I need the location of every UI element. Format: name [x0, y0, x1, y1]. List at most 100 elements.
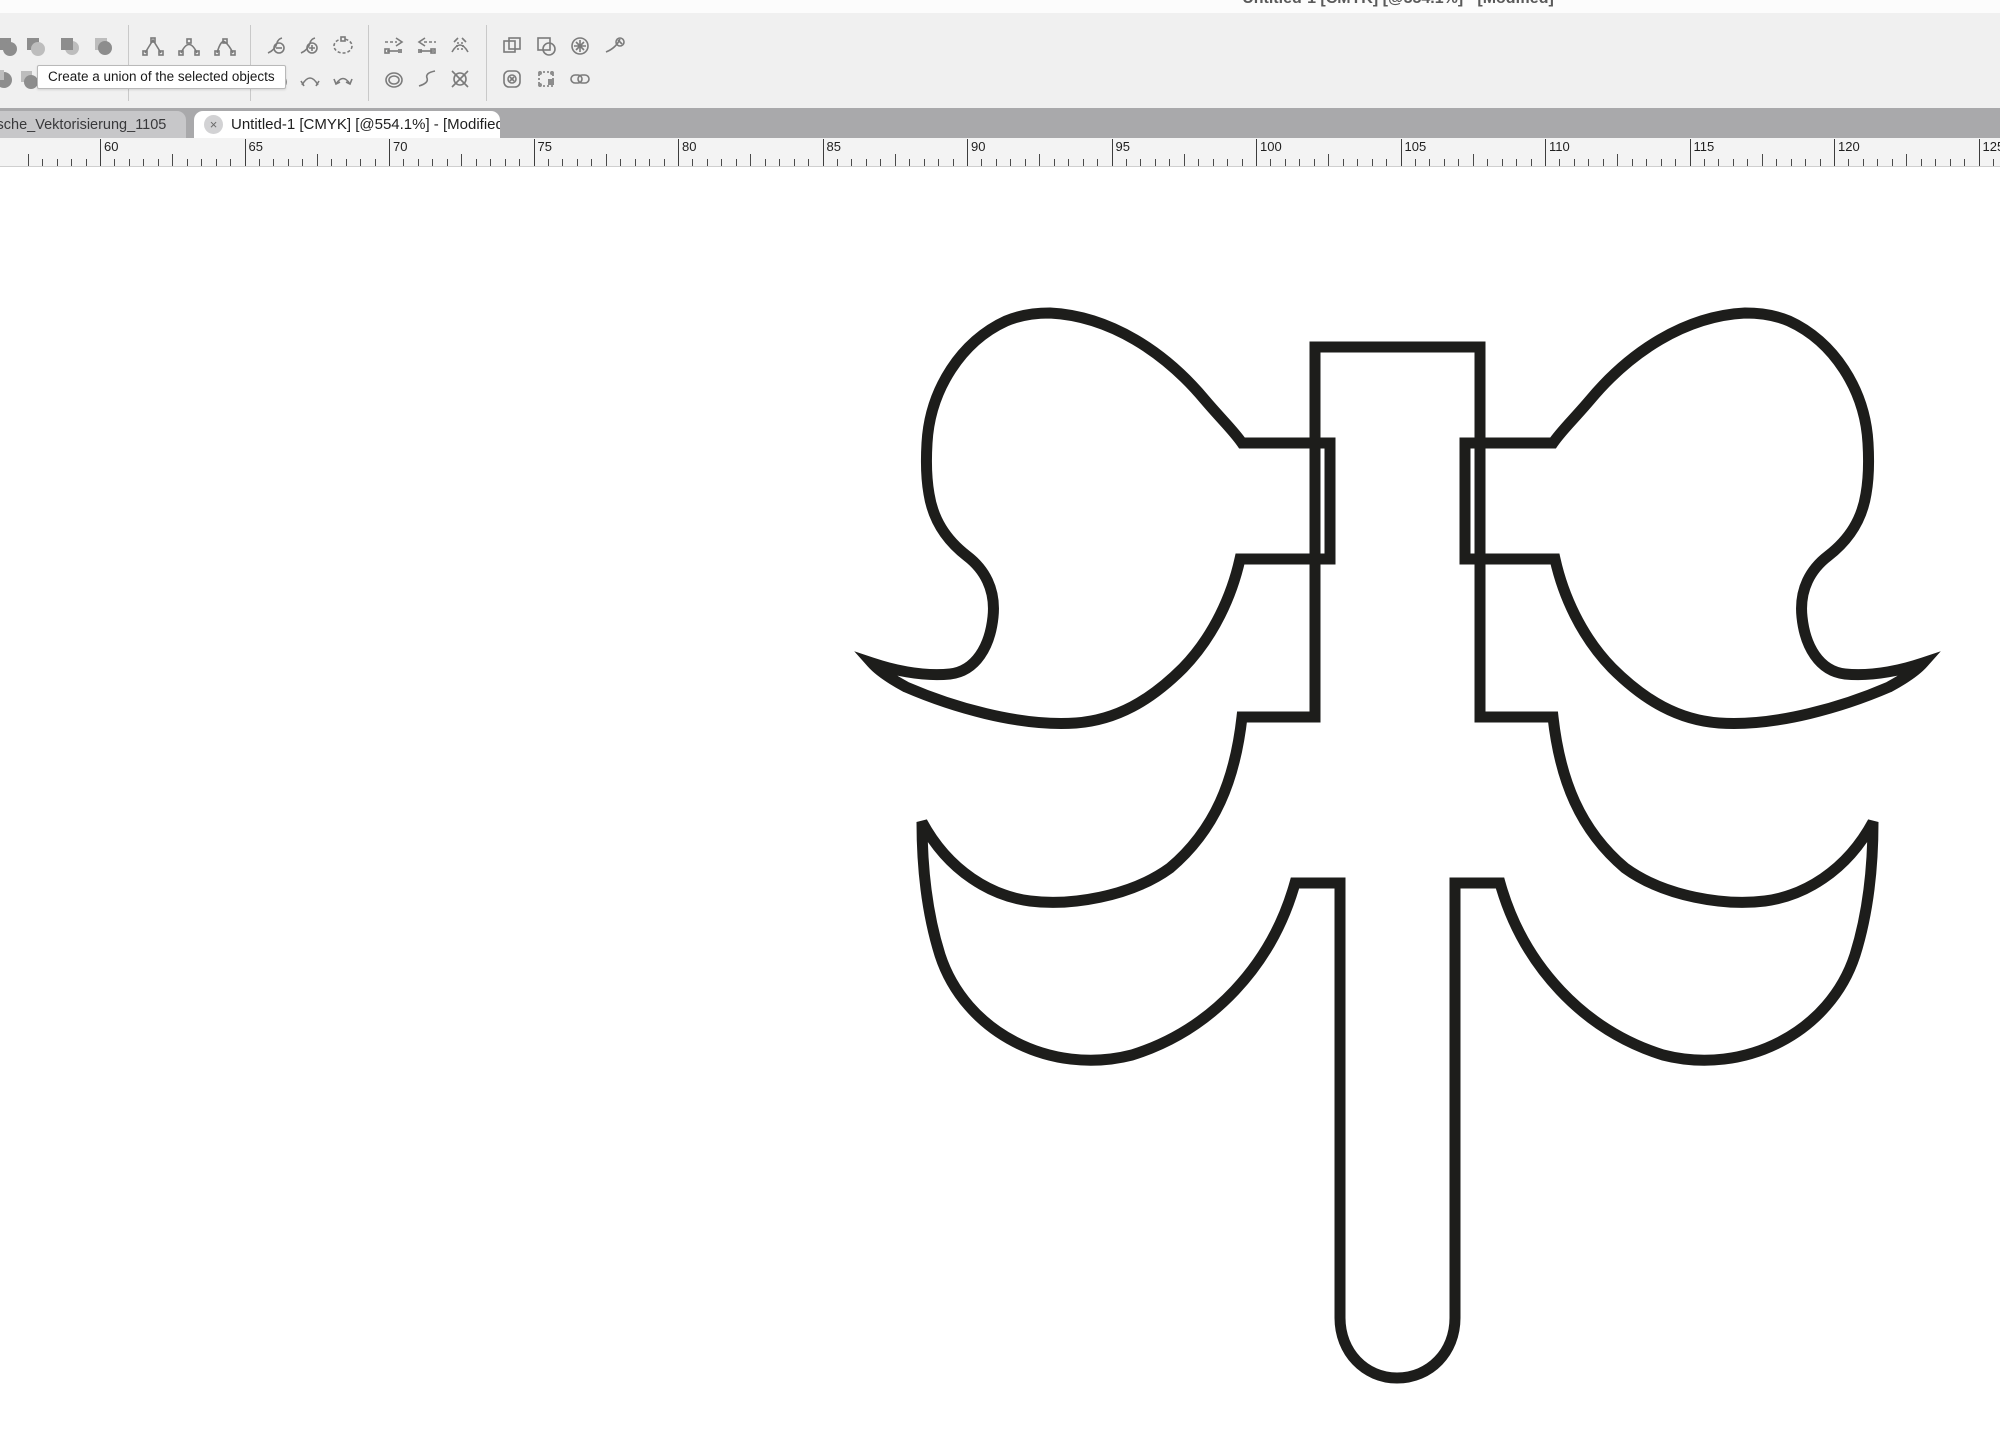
ruler-tick — [1964, 159, 1965, 166]
ruler-tick — [938, 159, 939, 166]
add-node-icon[interactable] — [297, 33, 323, 59]
combine-weld-icon[interactable] — [0, 33, 20, 59]
ruler-tick — [1227, 159, 1228, 166]
ruler-tick — [1155, 159, 1156, 166]
trace-path-icon[interactable] — [601, 33, 627, 59]
ruler-tick — [490, 159, 491, 166]
ruler-tick — [1444, 159, 1445, 166]
combine-union-icon[interactable] — [22, 33, 48, 59]
ruler-tick — [1242, 159, 1243, 166]
node-corner-icon[interactable] — [140, 33, 166, 59]
ruler-tick — [1256, 139, 1257, 166]
ruler-tick — [1487, 159, 1488, 166]
path-reverse-icon[interactable] — [447, 33, 473, 59]
path-direction-left-icon[interactable] — [414, 33, 440, 59]
ellipse-node-icon[interactable] — [381, 66, 407, 92]
ruler-tick — [331, 159, 332, 166]
tab-active-document[interactable]: × Untitled-1 [CMYK] [@554.1%] - [Modifie… — [194, 111, 500, 138]
ruler-tick — [288, 159, 289, 166]
ruler-tick — [418, 159, 419, 166]
ruler-tick — [259, 159, 260, 166]
node-smooth-icon[interactable] — [176, 33, 202, 59]
ruler-tick — [447, 159, 448, 166]
ruler-tick — [1617, 154, 1618, 166]
ruler-tick — [143, 159, 144, 166]
combine-exclude-icon[interactable] — [0, 66, 16, 92]
ruler-tick — [114, 159, 115, 166]
combine-subtract-icon[interactable] — [56, 33, 82, 59]
ruler-tick — [1791, 159, 1792, 166]
smooth-curve-icon[interactable] — [414, 66, 440, 92]
ruler-tick — [996, 159, 997, 166]
ruler-tick — [1054, 159, 1055, 166]
ruler-tick — [664, 159, 665, 166]
ruler-tick — [158, 159, 159, 166]
ruler-tick — [1025, 159, 1026, 166]
tab-inactive-label: rtusche_Vektorisierung_1105 — [0, 117, 166, 133]
ruler-tick — [765, 159, 766, 166]
combine-intersect-icon[interactable] — [90, 33, 116, 59]
ruler-tick — [1184, 154, 1185, 166]
ruler-tick — [1372, 159, 1373, 166]
ruler-tick — [823, 139, 824, 166]
ruler-tick — [1097, 159, 1098, 166]
link-objects-icon[interactable] — [567, 66, 593, 92]
ruler-label: 70 — [393, 139, 407, 154]
curve-bend-icon[interactable] — [297, 66, 323, 92]
toolbar-group-separator — [486, 25, 487, 101]
ruler-tick — [1747, 159, 1748, 166]
toolbar-group-separator — [250, 25, 251, 101]
ruler-tick — [1502, 159, 1503, 166]
ruler-tick — [28, 154, 29, 166]
ruler-tick — [1429, 159, 1430, 166]
clone-object-icon[interactable] — [533, 33, 559, 59]
no-style-icon[interactable] — [499, 66, 525, 92]
ruler-tick — [1834, 139, 1835, 166]
ruler-tick — [172, 154, 173, 166]
remove-overlap-icon[interactable] — [447, 66, 473, 92]
ruler-tick — [1588, 159, 1589, 166]
ruler-tick — [1401, 139, 1402, 166]
ruler-tick — [403, 159, 404, 166]
delete-node-icon[interactable] — [264, 33, 290, 59]
close-path-icon[interactable] — [330, 33, 356, 59]
ruler-tick — [1935, 159, 1936, 166]
close-tab-icon[interactable]: × — [204, 115, 223, 134]
ruler-tick — [779, 159, 780, 166]
ruler-tick — [548, 159, 549, 166]
select-points-icon[interactable] — [533, 66, 559, 92]
canvas[interactable] — [0, 167, 2000, 1430]
ruler-tick — [1386, 159, 1387, 166]
window-titlebar: Untitled-1 [CMYK] [@554.1%] - [Modified] — [0, 0, 2000, 13]
ruler-tick — [880, 159, 881, 166]
ruler-tick — [635, 159, 636, 166]
ruler-tick — [389, 139, 390, 166]
tab-active-label: Untitled-1 [CMYK] [@554.1%] - [Modified] — [231, 116, 500, 133]
curve-handles-icon[interactable] — [330, 66, 356, 92]
ruler-tick — [1848, 159, 1849, 166]
ruler-tick — [1213, 159, 1214, 166]
ruler-tick — [967, 139, 968, 166]
ruler-tick — [461, 154, 462, 166]
artwork-right-ornament[interactable] — [1465, 313, 1923, 723]
expand-object-icon[interactable] — [567, 33, 593, 59]
ruler-tick — [895, 154, 896, 166]
ruler-tick — [245, 139, 246, 166]
duplicate-object-icon[interactable] — [499, 33, 525, 59]
ruler-label: 95 — [1116, 139, 1130, 154]
ruler-tick — [86, 159, 87, 166]
ruler-tick — [1993, 159, 1994, 166]
tab-inactive-document[interactable]: rtusche_Vektorisierung_1105 — [0, 111, 186, 138]
vector-artwork[interactable] — [0, 167, 2000, 1430]
ruler-label: 100 — [1260, 139, 1282, 154]
artwork-left-ornament[interactable] — [872, 313, 1330, 723]
ruler-tick — [57, 159, 58, 166]
ruler-tick — [577, 159, 578, 166]
ruler-tick — [534, 139, 535, 166]
path-direction-right-icon[interactable] — [381, 33, 407, 59]
ruler-label: 120 — [1838, 139, 1860, 154]
ruler-tick — [1776, 159, 1777, 166]
ruler-tick — [678, 139, 679, 166]
ruler-label: 85 — [827, 139, 841, 154]
node-symmetric-icon[interactable] — [212, 33, 238, 59]
